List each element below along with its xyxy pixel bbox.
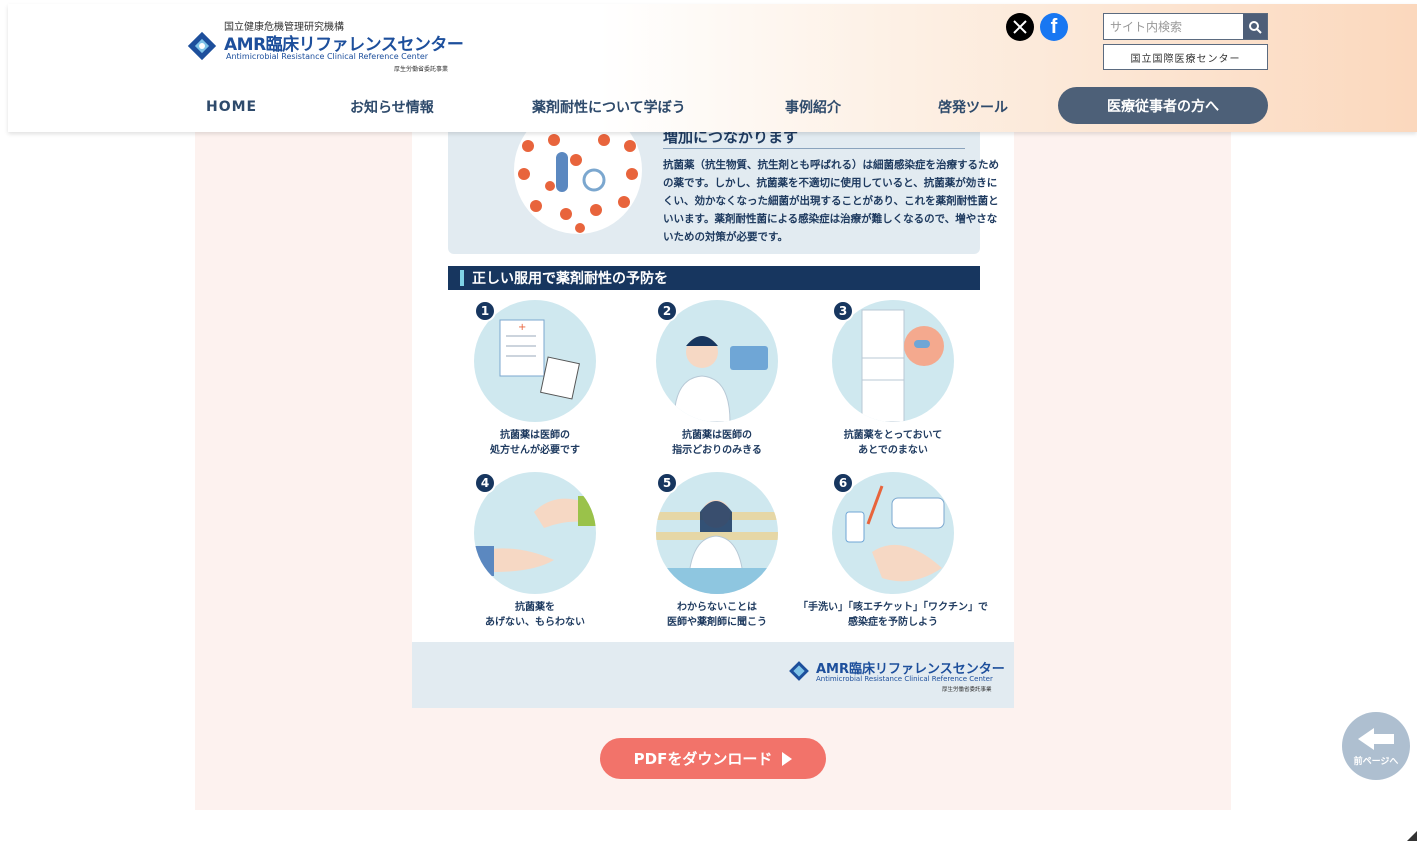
- search-box: [1103, 13, 1268, 40]
- ncgm-link-button[interactable]: 国立国際医療センター: [1103, 44, 1268, 70]
- poster-image: 増加につながります 抗菌薬（抗生物質、抗生剤とも呼ばれる）は細菌感染症を治療する…: [412, 128, 1014, 708]
- arrow-left-icon: [1358, 728, 1394, 750]
- svg-text:+: +: [518, 322, 526, 333]
- search-icon: [1249, 20, 1262, 34]
- intro-divider: [663, 148, 965, 149]
- play-arrow-icon: [782, 751, 793, 766]
- nav-home[interactable]: HOME: [206, 90, 257, 124]
- x-icon[interactable]: [1006, 13, 1034, 41]
- site-logo[interactable]: 国立健康危機管理研究機構 AMR臨床リファレンスセンター Antimicrobi…: [184, 18, 464, 76]
- step-number: 4: [474, 472, 496, 494]
- pdf-download-button[interactable]: PDFをダウンロード: [600, 738, 826, 779]
- nav-cases[interactable]: 事例紹介: [785, 90, 841, 124]
- step-caption: 抗菌薬をとっておいて あとでのまない: [843, 430, 943, 456]
- step-number: 3: [832, 300, 854, 322]
- nav-learn[interactable]: 薬剤耐性について学ぼう: [532, 90, 686, 124]
- poster-footer: AMR臨床リファレンスセンター Antimicrobial Resistance…: [412, 642, 1014, 708]
- logo-ministry: 厚生労働省委託事業: [394, 66, 449, 73]
- section-banner: 正しい服用で薬剤耐性の予防を: [448, 266, 980, 290]
- site-header: 国立健康危機管理研究機構 AMR臨床リファレンスセンター Antimicrobi…: [8, 4, 1417, 132]
- back-page-button[interactable]: 前ページへ: [1342, 712, 1410, 780]
- step-1: + 1 抗菌薬は医師の 処方せんが必要です: [460, 298, 610, 468]
- nav-tools[interactable]: 啓発ツール: [938, 90, 1008, 124]
- nav-medical-professionals[interactable]: 医療従事者の方へ: [1058, 87, 1268, 124]
- section-title: 正しい服用で薬剤耐性の予防を: [472, 271, 668, 287]
- logo-subtitle-en: Antimicrobial Resistance Clinical Refere…: [226, 52, 429, 61]
- pills-illustration: [514, 130, 642, 234]
- step-4: 4 抗菌薬を あげない、もらわない: [460, 470, 610, 640]
- nav-news[interactable]: お知らせ情報: [350, 90, 434, 124]
- facebook-icon[interactable]: f: [1040, 13, 1068, 41]
- amr-logo-icon: [789, 661, 809, 681]
- step-caption: 抗菌薬は医師の 指示どおりのみきる: [672, 430, 762, 456]
- step-3: 3 抗菌薬をとっておいて あとでのまない: [818, 298, 968, 468]
- step-caption: 抗菌薬は医師の 処方せんが必要です: [490, 430, 580, 456]
- step-2: 2 抗菌薬は医師の 指示どおりのみきる: [642, 298, 792, 468]
- step-caption: わからないことは 医師や薬剤師に聞こう: [667, 602, 767, 628]
- banner-accent: [460, 270, 464, 286]
- step-caption: 「手洗い」「咳エチケット」「ワクチン」で 感染症を予防しよう: [798, 602, 988, 628]
- footer-logo-subtitle-en: Antimicrobial Resistance Clinical Refere…: [816, 675, 993, 683]
- resize-corner: [1407, 831, 1417, 841]
- search-input[interactable]: [1104, 14, 1243, 39]
- step-number: 6: [832, 472, 854, 494]
- amr-logo-icon: [187, 31, 217, 61]
- step-number: 5: [656, 472, 678, 494]
- step-number: 1: [474, 300, 496, 322]
- step-6: 6 「手洗い」「咳エチケット」「ワクチン」で 感染症を予防しよう: [798, 470, 988, 640]
- step-5: 5 わからないことは 医師や薬剤師に聞こう: [642, 470, 792, 640]
- footer-logo-ministry: 厚生労働省委託事業: [942, 687, 992, 693]
- step-number: 2: [656, 300, 678, 322]
- intro-box: 増加につながります 抗菌薬（抗生物質、抗生剤とも呼ばれる）は細菌感染症を治療する…: [448, 128, 999, 254]
- pdf-download-label: PDFをダウンロード: [633, 750, 773, 768]
- intro-text: 抗菌薬（抗生物質、抗生剤とも呼ばれる）は細菌感染症を治療するための薬です。しかし…: [663, 159, 999, 243]
- back-page-label: 前ページへ: [1353, 757, 1399, 767]
- step-caption: 抗菌薬を あげない、もらわない: [485, 602, 585, 628]
- search-button[interactable]: [1243, 14, 1267, 39]
